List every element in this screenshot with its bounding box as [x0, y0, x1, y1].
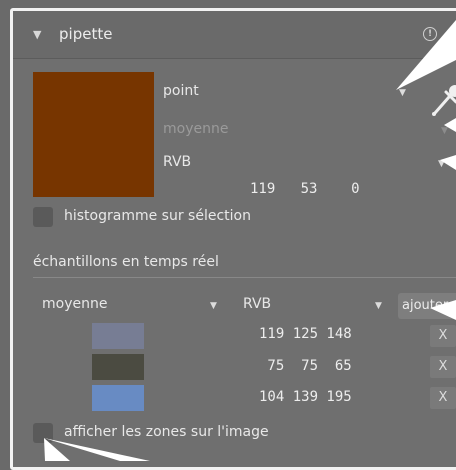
annotation-callouts	[44, 20, 456, 461]
